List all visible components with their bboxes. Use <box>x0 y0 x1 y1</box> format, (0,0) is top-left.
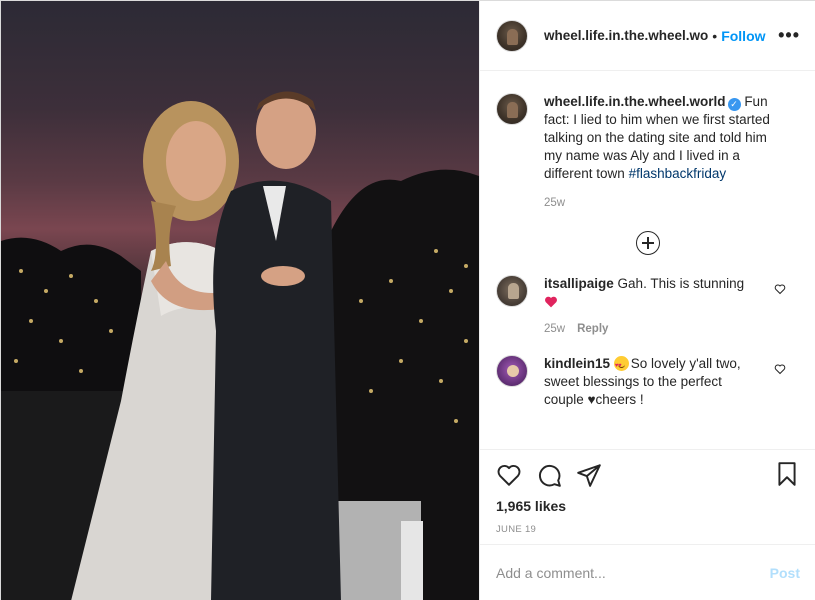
separator-dot: • <box>712 27 718 44</box>
comment-meta: 25w Reply <box>544 323 800 335</box>
save-button[interactable] <box>774 461 800 490</box>
bookmark-icon[interactable] <box>774 461 800 487</box>
comments-list[interactable]: wheel.life.in.the.wheel.world ✓ Fun fact:… <box>480 71 815 449</box>
add-comment-bar: Post <box>480 544 815 600</box>
post-comment-button[interactable]: Post <box>770 565 800 581</box>
like-button[interactable] <box>496 462 522 488</box>
avatar[interactable] <box>496 93 528 125</box>
heart-eyes-emoji-icon <box>613 356 629 375</box>
comment-text-block: kindlein15 So lovely y'all two, sweet bl… <box>544 355 764 409</box>
post-photo[interactable] <box>1 1 479 600</box>
more-options-icon[interactable]: ••• <box>778 25 800 46</box>
comment-username[interactable]: kindlein15 <box>544 356 610 371</box>
post-sidebar: wheel.life.in.the.wheel.wo • Follow ••• … <box>479 1 815 600</box>
heart-icon[interactable] <box>496 462 522 488</box>
load-more-comments[interactable] <box>496 231 800 255</box>
comment-username[interactable]: itsallipaige <box>544 276 614 291</box>
reply-button[interactable]: Reply <box>577 323 608 335</box>
send-icon[interactable] <box>576 462 602 488</box>
like-comment-heart-icon[interactable] <box>774 283 786 295</box>
comment-input[interactable] <box>496 565 770 581</box>
post-actions-area: 1,965 likes JUNE 19 <box>480 449 815 535</box>
wedding-couple-photo <box>1 91 479 600</box>
comment-button[interactable] <box>536 462 562 488</box>
post-date[interactable]: JUNE 19 <box>496 524 800 535</box>
header-username[interactable]: wheel.life.in.the.wheel.wo <box>544 28 708 43</box>
comment-icon[interactable] <box>536 462 562 488</box>
likes-count[interactable]: 1,965 likes <box>496 498 800 514</box>
red-heart-emoji-icon <box>545 296 557 308</box>
caption-username[interactable]: wheel.life.in.the.wheel.world <box>544 94 726 109</box>
caption-text-block: wheel.life.in.the.wheel.world ✓ Fun fact:… <box>544 93 787 183</box>
hashtag-link[interactable]: #flashbackfriday <box>629 166 727 181</box>
like-comment-heart-icon[interactable] <box>774 363 786 375</box>
avatar[interactable] <box>496 275 528 307</box>
share-button[interactable] <box>576 462 602 488</box>
caption-timestamp[interactable]: 25w <box>544 197 800 209</box>
comment-item: itsallipaige Gah. This is stunning <box>496 275 800 311</box>
comment-text: Gah. This is stunning <box>617 276 745 291</box>
plus-circle-icon[interactable] <box>636 231 660 255</box>
follow-button[interactable]: Follow <box>721 28 765 44</box>
action-bar <box>496 450 800 500</box>
comment-text-block: itsallipaige Gah. This is stunning <box>544 275 764 311</box>
caption: wheel.life.in.the.wheel.world ✓ Fun fact:… <box>496 71 800 183</box>
comment-timestamp[interactable]: 25w <box>544 323 565 335</box>
verified-badge-icon: ✓ <box>727 98 741 111</box>
post-header: wheel.life.in.the.wheel.wo • Follow ••• <box>480 1 815 71</box>
avatar[interactable] <box>496 355 528 387</box>
instagram-post: wheel.life.in.the.wheel.wo • Follow ••• … <box>0 0 815 600</box>
avatar[interactable] <box>496 19 528 52</box>
comment-item: kindlein15 So lovely y'all two, sweet bl… <box>496 355 800 409</box>
